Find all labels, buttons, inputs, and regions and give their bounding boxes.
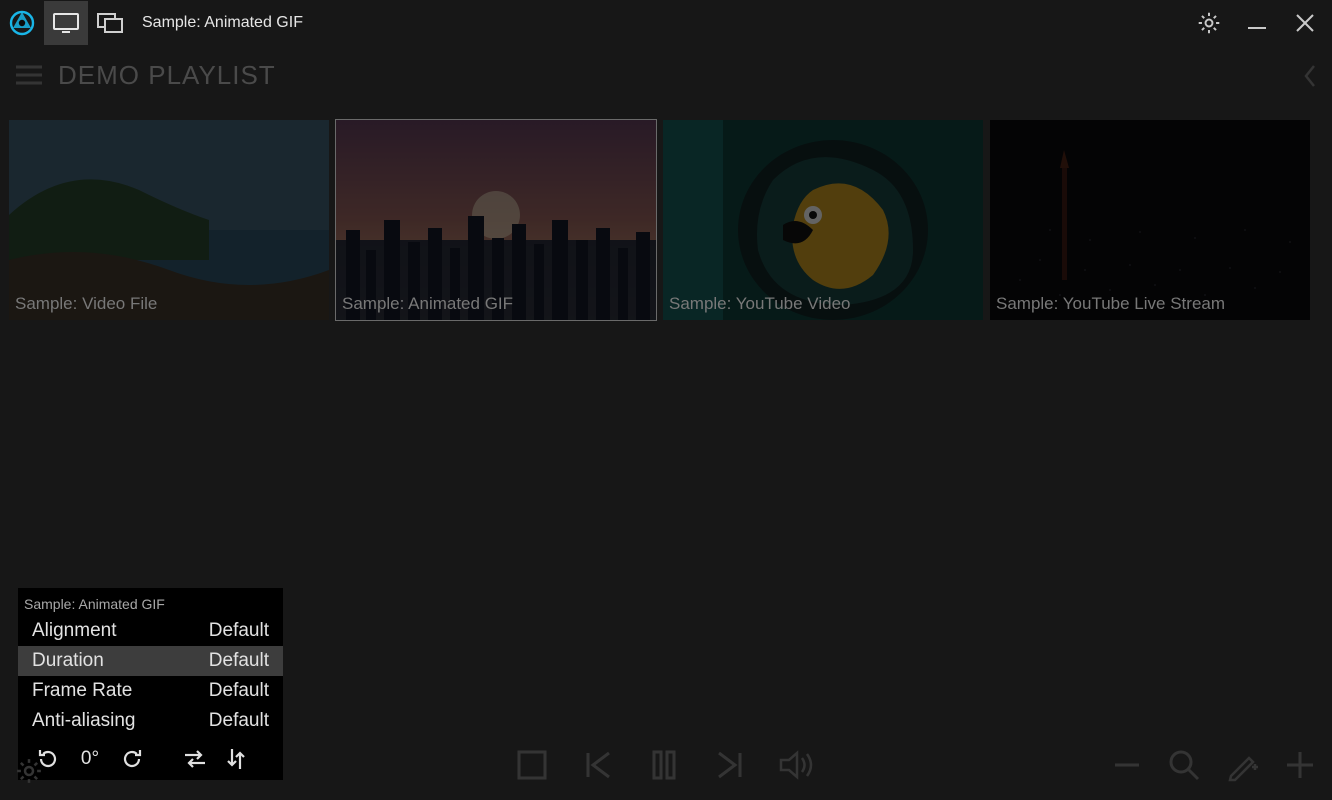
edit-button[interactable]: [1224, 747, 1260, 783]
zoom-out-button[interactable]: [1110, 748, 1144, 782]
volume-button[interactable]: [777, 746, 819, 784]
stop-button[interactable]: [513, 746, 551, 784]
settings-row-duration[interactable]: Duration Default: [18, 646, 283, 676]
playlist-item[interactable]: Sample: Animated GIF: [336, 120, 656, 320]
monitor-icon: [52, 11, 80, 35]
view-controls: [1110, 747, 1318, 783]
playlist-item-label: Sample: Animated GIF: [342, 294, 513, 314]
view-windows-button[interactable]: [88, 1, 132, 45]
settings-key: Duration: [32, 650, 104, 672]
popup-title: Sample: Animated GIF: [18, 594, 283, 616]
window-title: Sample: Animated GIF: [142, 14, 303, 32]
minimize-icon: [1245, 11, 1269, 35]
settings-button[interactable]: [1190, 1, 1228, 45]
playlist-item-label: Sample: YouTube Video: [669, 294, 850, 314]
pause-button[interactable]: [645, 746, 683, 784]
titlebar-left: Sample: Animated GIF: [0, 0, 303, 45]
titlebar-right: [1190, 0, 1324, 45]
settings-row-framerate[interactable]: Frame Rate Default: [18, 676, 283, 706]
playlist-name: DEMO PLAYLIST: [58, 60, 276, 91]
settings-value: Default: [209, 650, 269, 672]
playlist-header: DEMO PLAYLIST: [0, 45, 1332, 105]
app-logo[interactable]: [0, 1, 44, 45]
settings-key: Alignment: [32, 620, 117, 642]
settings-value: Default: [209, 680, 269, 702]
item-settings-button[interactable]: [14, 756, 44, 786]
settings-key: Frame Rate: [32, 680, 132, 702]
playback-bar: [0, 730, 1332, 800]
playlist-item-label: Sample: Video File: [15, 294, 157, 314]
minimize-button[interactable]: [1238, 1, 1276, 45]
previous-button[interactable]: [579, 746, 617, 784]
add-button[interactable]: [1282, 747, 1318, 783]
next-button[interactable]: [711, 746, 749, 784]
playback-controls: [513, 746, 819, 784]
view-monitor-button[interactable]: [44, 1, 88, 45]
zoom-button[interactable]: [1166, 747, 1202, 783]
windows-icon: [95, 11, 125, 35]
settings-row-alignment[interactable]: Alignment Default: [18, 616, 283, 646]
close-button[interactable]: [1286, 1, 1324, 45]
close-icon: [1293, 11, 1317, 35]
chevron-left-icon[interactable]: [1302, 63, 1318, 89]
menu-icon[interactable]: [14, 62, 44, 88]
settings-value: Default: [209, 710, 269, 732]
playlist-item[interactable]: Sample: Video File: [9, 120, 329, 320]
playlist-item-label: Sample: YouTube Live Stream: [996, 294, 1225, 314]
gear-icon: [1196, 10, 1222, 36]
playlist-thumbnails: Sample: Video File: [0, 105, 1332, 320]
settings-key: Anti-aliasing: [32, 710, 136, 732]
titlebar: Sample: Animated GIF: [0, 0, 1332, 45]
playlist-item[interactable]: Sample: YouTube Live Stream: [990, 120, 1310, 320]
playlist-item[interactable]: Sample: YouTube Video: [663, 120, 983, 320]
settings-value: Default: [209, 620, 269, 642]
